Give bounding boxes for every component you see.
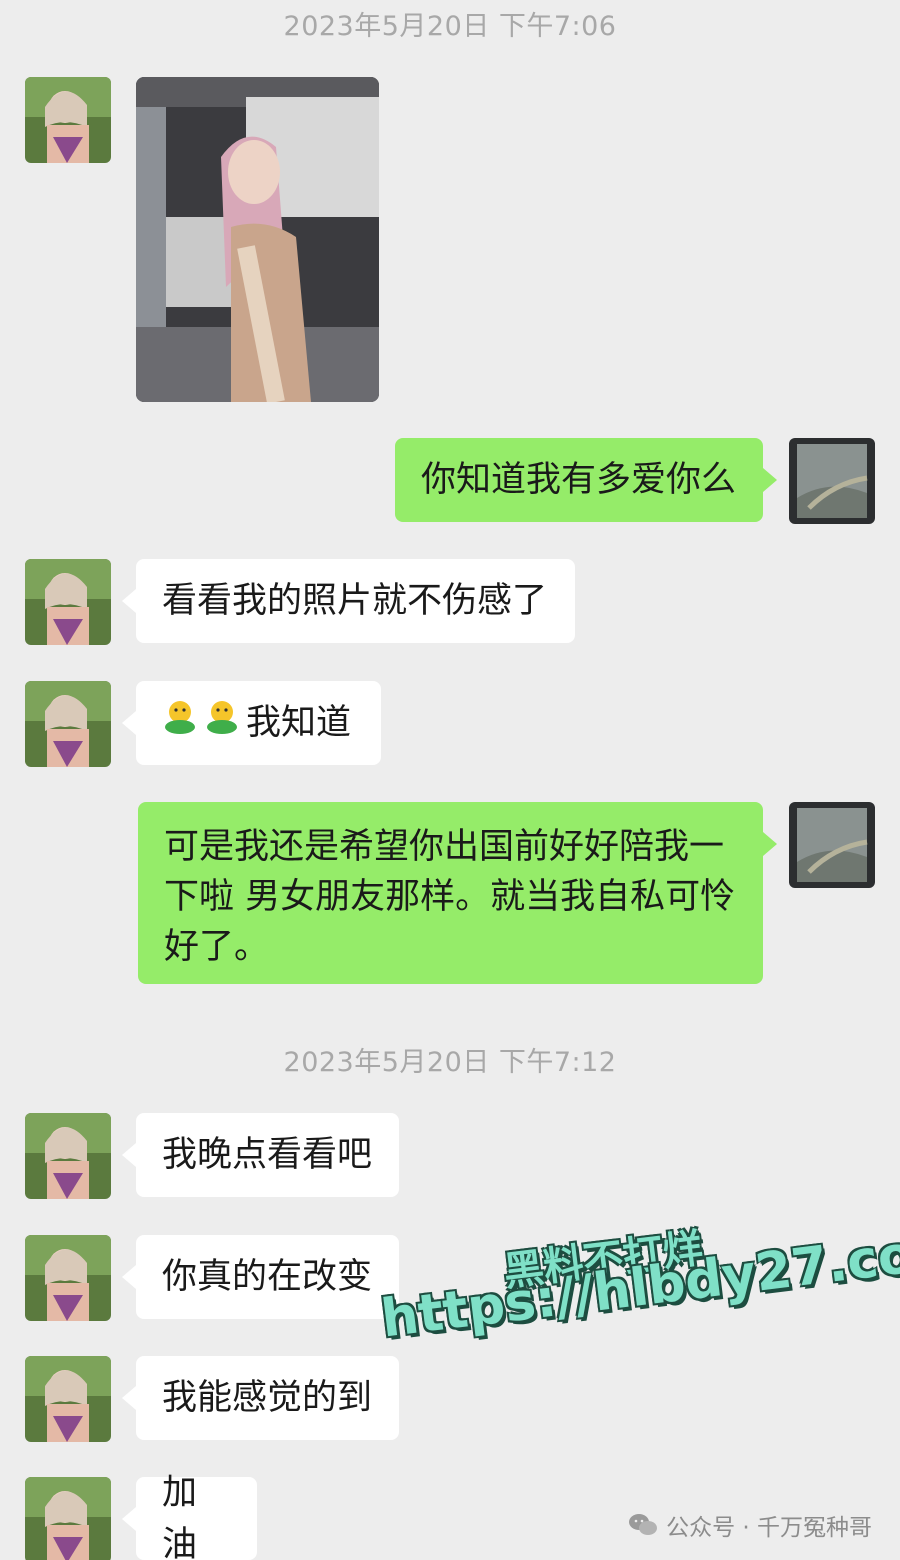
message-text: 你真的在改变: [162, 1257, 373, 1297]
contact-avatar[interactable]: [25, 1235, 111, 1321]
timestamp: 2023年5月20日 下午7:06: [283, 11, 617, 42]
message-text: 可是我还是希望你出国前好好陪我一 下啦 男女朋友那样。就当我自私可怜 好了。: [164, 827, 736, 967]
contact-avatar[interactable]: [25, 1113, 111, 1199]
contact-avatar[interactable]: [25, 77, 111, 163]
source-credit: 公众号 · 千万冤种哥: [628, 1508, 872, 1542]
contact-avatar[interactable]: [25, 681, 111, 767]
timestamp: 2023年5月20日 下午7:12: [283, 1047, 617, 1078]
incoming-message[interactable]: 看看我的照片就不伤感了: [122, 559, 575, 643]
contact-avatar[interactable]: [25, 559, 111, 645]
message-text: 我晚点看看吧: [162, 1135, 373, 1175]
outgoing-message[interactable]: 你知道我有多爱你么: [395, 438, 777, 522]
message-text: 加油: [162, 1472, 198, 1560]
incoming-message[interactable]: 我知道: [122, 681, 381, 765]
contact-avatar[interactable]: [25, 1477, 111, 1560]
message-text: 我知道: [246, 703, 352, 743]
incoming-message[interactable]: 我能感觉的到: [122, 1356, 399, 1440]
contact-avatar[interactable]: [25, 1356, 111, 1442]
message-text: 我能感觉的到: [162, 1378, 373, 1418]
source-label: 公众号 · 千万冤种哥: [666, 1515, 872, 1541]
incoming-message[interactable]: 你真的在改变: [122, 1235, 399, 1319]
incoming-message[interactable]: 加油: [122, 1473, 257, 1560]
outgoing-message[interactable]: 可是我还是希望你出国前好好陪我一 下啦 男女朋友那样。就当我自私可怜 好了。: [138, 802, 777, 984]
shared-photo[interactable]: [136, 77, 379, 402]
incoming-message[interactable]: 我晚点看看吧: [122, 1113, 399, 1197]
message-text: 看看我的照片就不伤感了: [162, 581, 548, 621]
self-avatar[interactable]: [789, 802, 875, 888]
hug-emoji-icon: [162, 696, 242, 751]
wechat-icon: [628, 1512, 658, 1538]
message-text: 你知道我有多爱你么: [421, 460, 737, 500]
chat-window: 2023年5月20日 下午7:06 你知道我有多爱你么 看看我的照片就不伤感了: [0, 0, 900, 1560]
self-avatar[interactable]: [789, 438, 875, 524]
